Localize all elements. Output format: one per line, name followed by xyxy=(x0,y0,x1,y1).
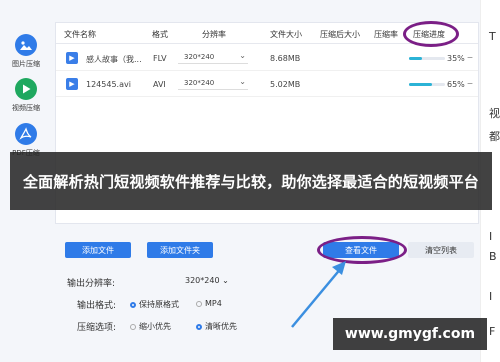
sidebar-item-image[interactable]: 图片压缩 xyxy=(6,34,46,69)
neighbor-text: 都 xyxy=(489,130,500,143)
table-row[interactable]: ▶ 124545.avi AVI 320*240 ⌄ 5.02MB 65% – xyxy=(56,72,478,97)
remove-icon[interactable]: – xyxy=(467,50,473,64)
banner-title: 全面解析热门短视频软件推荐与比较，助你选择最适合的短视频平台 xyxy=(22,172,479,191)
neighbor-text: I xyxy=(489,230,493,243)
format-option-label: 保持原格式 xyxy=(139,300,179,309)
compressor-app: 图片压缩 视频压缩 PDF压缩 文件名称 格式 分辨率 文件大小 压缩后大小 压… xyxy=(0,0,500,362)
file-size: 5.02MB xyxy=(270,80,301,89)
neighbor-text: F xyxy=(489,325,496,338)
format-label: 输出格式: xyxy=(77,301,117,311)
format-option-mp4[interactable]: MP4 xyxy=(196,299,222,308)
resolution-value: 320*240 xyxy=(184,53,215,61)
file-format: AVI xyxy=(153,80,166,89)
progress-bar xyxy=(409,83,445,86)
radio-icon xyxy=(196,324,202,330)
mode-option-label: 缩小优先 xyxy=(139,322,171,331)
column-header: 分辨率 xyxy=(202,30,226,39)
chevron-down-icon: ⌄ xyxy=(222,276,229,285)
chevron-down-icon: ⌄ xyxy=(239,51,246,60)
column-header: 文件名称 xyxy=(64,30,96,39)
neighbor-text: B xyxy=(489,250,497,263)
neighbor-text: 视 xyxy=(489,107,500,120)
clear-list-button[interactable]: 清空列表 xyxy=(408,242,474,258)
neighbor-text: T xyxy=(489,30,496,43)
column-header: 文件大小 xyxy=(270,30,302,39)
file-size: 8.68MB xyxy=(270,54,301,63)
radio-icon xyxy=(130,324,136,330)
video-file-icon: ▶ xyxy=(66,52,78,64)
column-header: 压缩后大小 xyxy=(320,30,360,39)
chevron-down-icon: ⌄ xyxy=(239,77,246,86)
mode-option-quality[interactable]: 清晰优先 xyxy=(196,321,237,332)
add-file-button[interactable]: 添加文件 xyxy=(65,242,131,258)
sidebar-item-video[interactable]: 视频压缩 xyxy=(6,78,46,113)
mode-option-label: 清晰优先 xyxy=(205,322,237,331)
file-name: 感人故事（我... xyxy=(86,55,142,64)
progress-fill xyxy=(409,83,433,86)
neighbor-text: I xyxy=(489,290,493,303)
compress-mode-label: 压缩选项: xyxy=(77,323,117,333)
pdf-icon xyxy=(15,123,37,145)
play-icon xyxy=(15,78,37,100)
output-resolution-select[interactable]: 320*240 ⌄ xyxy=(185,276,235,285)
remove-icon[interactable]: – xyxy=(467,76,473,90)
file-name: 124545.avi xyxy=(86,80,131,89)
radio-icon xyxy=(196,301,202,307)
resolution-select[interactable]: 320*240 ⌄ xyxy=(178,51,248,64)
radio-icon xyxy=(130,302,136,308)
column-header: 格式 xyxy=(152,30,168,39)
mode-option-size[interactable]: 缩小优先 xyxy=(130,321,171,332)
title-banner: 全面解析热门短视频软件推荐与比较，助你选择最适合的短视频平台 xyxy=(10,152,492,210)
resolution-value: 320*240 xyxy=(184,79,215,87)
site-watermark: www.gmygf.com xyxy=(333,318,487,350)
highlight-ellipse xyxy=(403,21,459,47)
column-header: 压缩率 xyxy=(374,30,398,39)
file-format: FLV xyxy=(153,54,167,63)
progress-percent: 35% xyxy=(447,54,465,63)
table-row[interactable]: ▶ 感人故事（我... FLV 320*240 ⌄ 8.68MB 35% – xyxy=(56,46,478,71)
output-resolution-value: 320*240 xyxy=(185,276,220,285)
progress-percent: 65% xyxy=(447,80,465,89)
progress-bar xyxy=(409,57,445,60)
sidebar-item-label: 视频压缩 xyxy=(12,104,40,112)
format-option-label: MP4 xyxy=(205,299,222,308)
progress-fill xyxy=(409,57,422,60)
resolution-label: 输出分辨率: xyxy=(67,279,116,289)
video-file-icon: ▶ xyxy=(66,78,78,90)
watermark-text: www.gmygf.com xyxy=(344,326,476,342)
add-folder-button[interactable]: 添加文件夹 xyxy=(147,242,213,258)
format-option-keep[interactable]: 保持原格式 xyxy=(130,299,179,310)
image-icon xyxy=(15,34,37,56)
resolution-select[interactable]: 320*240 ⌄ xyxy=(178,77,248,90)
sidebar-item-label: 图片压缩 xyxy=(12,60,40,68)
